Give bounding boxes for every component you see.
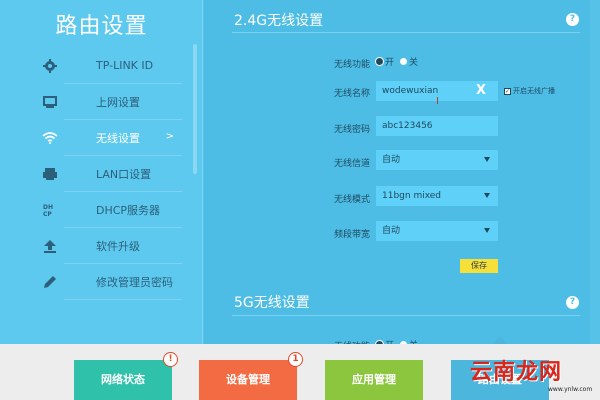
- broadcast-checkbox-wrap[interactable]: ✓ 开启无线广播: [504, 86, 555, 96]
- save-button[interactable]: 保存: [460, 259, 498, 273]
- mode-select[interactable]: 11bgn mixed: [376, 186, 498, 206]
- sidebar-nav: TP-LINK ID 上网设置 无线设置 > LAN口设置 DHCP DHCP: [42, 48, 182, 300]
- sidebar-item-label: DHCP服务器: [96, 203, 161, 217]
- sidebar-item-tplink-id[interactable]: TP-LINK ID: [43, 48, 182, 84]
- tile-app-management[interactable]: 应用管理: [325, 360, 423, 400]
- divider: [232, 315, 580, 316]
- password-label: 无线密码: [333, 125, 370, 135]
- lan-icon: [42, 166, 58, 182]
- chevron-down-icon: [484, 193, 490, 198]
- bandwidth-select[interactable]: 自动: [376, 221, 498, 241]
- channel-label: 无线信道: [333, 159, 370, 169]
- bandwidth-label: 频段带宽: [333, 230, 370, 240]
- tile-device-management[interactable]: 设备管理: [199, 360, 297, 400]
- chevron-down-icon: [484, 157, 490, 162]
- text-cursor-icon: I: [436, 96, 439, 107]
- channel-value: 自动: [382, 155, 401, 165]
- svg-text:DH: DH: [43, 204, 53, 211]
- sidebar-item-label: 无线设置: [96, 131, 140, 145]
- alert-badge: !: [163, 352, 178, 367]
- mode-label: 无线模式: [333, 195, 370, 205]
- tile-label: 设备管理: [226, 373, 270, 386]
- sidebar-item-upgrade[interactable]: 软件升级: [44, 228, 182, 264]
- sidebar-item-label: LAN口设置: [96, 167, 152, 181]
- sidebar-item-label: 上网设置: [96, 95, 140, 109]
- channel-select[interactable]: 自动: [376, 150, 498, 170]
- sidebar-item-dhcp[interactable]: DH CP DHCP服务器: [43, 192, 182, 228]
- help-icon[interactable]: ?: [566, 13, 579, 26]
- watermark-logo: 云南龙网: [470, 360, 563, 385]
- broadcast-label: 开启无线广播: [513, 87, 555, 95]
- tile-label: 应用管理: [352, 373, 396, 386]
- pencil-icon: [42, 274, 58, 290]
- mode-value: 11bgn mixed: [382, 191, 442, 201]
- sidebar-title: 路由设置: [55, 14, 148, 39]
- password-value: abc123456: [382, 121, 433, 131]
- chevron-right-icon: >: [165, 131, 174, 142]
- tile-label: 网络状态: [101, 373, 145, 386]
- broadcast-checkbox[interactable]: ✓: [504, 87, 511, 95]
- sidebar-scrollbar[interactable]: [193, 44, 197, 174]
- chevron-down-icon: [484, 228, 490, 233]
- watermark-url: www.ynlw.com: [548, 386, 593, 393]
- section-title-24g: 2.4G无线设置: [234, 13, 324, 29]
- radio-off[interactable]: [400, 58, 408, 65]
- ssid-value: wodewuxian: [382, 86, 439, 96]
- clear-icon[interactable]: X: [476, 81, 486, 101]
- sidebar-item-label: TP-LINK ID: [96, 59, 154, 72]
- wireless-func-radio-group: 开 关: [376, 55, 418, 68]
- sidebar-item-internet[interactable]: 上网设置: [43, 84, 182, 120]
- sidebar-item-label: 软件升级: [96, 239, 140, 253]
- ssid-label: 无线名称: [333, 89, 370, 99]
- upload-icon: [42, 238, 58, 254]
- main-panel: 2.4G无线设置 ? 无线功能 开 关 无线名称 wodewuxian X ✓ …: [204, 0, 590, 352]
- sidebar: 路由设置 TP-LINK ID 上网设置 无线设置 > LAN口设置 DH CP…: [0, 0, 203, 344]
- divider: [232, 32, 580, 33]
- count-badge: 1: [288, 352, 303, 367]
- sidebar-item-label: 修改管理员密码: [96, 275, 173, 289]
- gear-icon: [42, 58, 58, 74]
- radio-on[interactable]: [376, 58, 383, 65]
- bandwidth-value: 自动: [382, 226, 401, 236]
- monitor-icon: [42, 94, 58, 110]
- radio-on-label: 开: [385, 58, 395, 68]
- wifi-icon: [42, 130, 58, 146]
- sidebar-item-lan[interactable]: LAN口设置: [43, 156, 182, 192]
- help-icon[interactable]: ?: [566, 296, 579, 309]
- active-tile-pointer: [492, 336, 508, 344]
- tile-network-status[interactable]: 网络状态: [74, 360, 172, 400]
- wireless-func-label: 无线功能: [333, 60, 370, 70]
- dhcp-icon: DH CP: [42, 202, 58, 218]
- sidebar-item-wireless[interactable]: 无线设置 >: [42, 120, 182, 156]
- password-input[interactable]: abc123456: [376, 116, 498, 136]
- sidebar-item-admin-password[interactable]: 修改管理员密码: [44, 264, 182, 300]
- radio-off-label: 关: [409, 58, 419, 68]
- svg-text:CP: CP: [43, 211, 52, 217]
- section-title-5g: 5G无线设置: [234, 295, 310, 311]
